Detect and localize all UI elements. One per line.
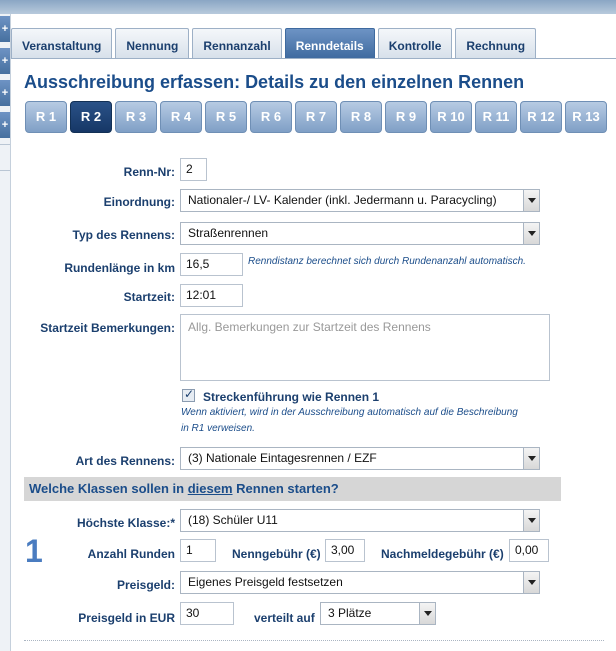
race-tab-r2[interactable]: R 2: [70, 101, 112, 133]
strecke-label: Streckenführung wie Rennen 1: [203, 390, 380, 404]
renn-nr-input[interactable]: 2: [180, 158, 207, 181]
renn-nr-label: Renn-Nr:: [123, 165, 175, 179]
race-tab-r9[interactable]: R 9: [385, 101, 427, 133]
rundenlaenge-input[interactable]: 16,5: [180, 253, 243, 276]
runden-label: Anzahl Runden: [87, 547, 175, 561]
verteilt-select[interactable]: 3 Plätze: [320, 602, 436, 625]
race-tab-r11[interactable]: R 11: [475, 101, 517, 133]
rundenlaenge-hint: Renndistanz berechnet sich durch Rundena…: [248, 256, 526, 267]
section-header: Welche Klassen sollen in diesem Rennen s…: [24, 477, 561, 501]
expand-plus-icon[interactable]: +: [0, 48, 10, 74]
typ-select[interactable]: Straßenrennen: [180, 222, 540, 245]
hoechste-klasse-value: (18) Schüler U11: [188, 513, 278, 527]
expand-plus-icon[interactable]: +: [0, 16, 10, 42]
einordnung-label: Einordnung:: [103, 195, 175, 209]
bemerkung-textarea[interactable]: Allg. Bemerkungen zur Startzeit des Renn…: [180, 314, 550, 381]
race-tab-r4[interactable]: R 4: [160, 101, 202, 133]
tab-nennung[interactable]: Nennung: [115, 28, 190, 59]
race-tab-r6[interactable]: R 6: [250, 101, 292, 133]
nenngebuehr-label: Nenngebühr (€): [232, 547, 321, 561]
strecke-checkbox[interactable]: [182, 387, 195, 402]
rail-divider: [0, 170, 10, 171]
race-tab-r13[interactable]: R 13: [565, 101, 607, 133]
chevron-down-icon[interactable]: [523, 223, 539, 244]
verteilt-label: verteilt auf: [254, 611, 315, 625]
tab-kontrolle[interactable]: Kontrolle: [377, 28, 453, 59]
preisgeld-label: Preisgeld:: [116, 578, 175, 592]
einordnung-value: Nationaler-/ LV- Kalender (inkl. Jederma…: [188, 193, 497, 207]
art-select[interactable]: (3) Nationale Eintagesrennen / EZF: [180, 447, 540, 470]
expand-plus-icon[interactable]: +: [0, 112, 10, 138]
section-emph: diesem: [187, 481, 233, 496]
race-tab-r12[interactable]: R 12: [520, 101, 562, 133]
chevron-down-icon[interactable]: [419, 603, 435, 624]
art-value: (3) Nationale Eintagesrennen / EZF: [188, 451, 377, 465]
typ-label: Typ des Rennens:: [72, 228, 175, 242]
class-number: 1: [25, 533, 43, 569]
tab-baseline: [11, 58, 616, 59]
einordnung-select[interactable]: Nationaler-/ LV- Kalender (inkl. Jederma…: [180, 189, 540, 212]
main-tabs: Veranstaltung Nennung Rennanzahl Renndet…: [11, 28, 539, 59]
race-tab-r5[interactable]: R 5: [205, 101, 247, 133]
top-bar: [0, 0, 616, 14]
race-tabs: R 1 R 2 R 3 R 4 R 5 R 6 R 7 R 8 R 9 R 10…: [25, 101, 610, 133]
tab-rechnung[interactable]: Rechnung: [455, 28, 537, 59]
race-tab-r10[interactable]: R 10: [430, 101, 472, 133]
divider: [24, 640, 604, 641]
verteilt-value: 3 Plätze: [328, 606, 372, 620]
rail-divider: [0, 144, 10, 145]
art-label: Art des Rennens:: [75, 454, 175, 468]
chevron-down-icon[interactable]: [523, 448, 539, 469]
runden-input[interactable]: 1: [180, 539, 216, 562]
preisgeld-eur-label: Preisgeld in EUR: [78, 611, 175, 625]
rundenlaenge-label: Rundenlänge in km: [64, 261, 175, 275]
tab-veranstaltung[interactable]: Veranstaltung: [11, 28, 113, 59]
nenngebuehr-input[interactable]: 3,00: [325, 539, 365, 562]
startzeit-input[interactable]: 12:01: [180, 284, 243, 307]
expand-plus-icon[interactable]: +: [0, 80, 10, 106]
page-title: Ausschreibung erfassen: Details zu den e…: [24, 72, 525, 92]
race-tab-r8[interactable]: R 8: [340, 101, 382, 133]
typ-value: Straßenrennen: [188, 226, 269, 240]
chevron-down-icon[interactable]: [523, 572, 539, 593]
left-rail: + + + +: [0, 14, 11, 651]
preisgeld-value: Eigenes Preisgeld festsetzen: [188, 575, 343, 589]
startzeit-label: Startzeit:: [123, 290, 175, 304]
hoechste-klasse-label: Höchste Klasse:*: [76, 516, 175, 530]
tab-renndetails[interactable]: Renndetails: [284, 28, 375, 59]
preisgeld-select[interactable]: Eigenes Preisgeld festsetzen: [180, 571, 540, 594]
bemerkung-label: Startzeit Bemerkungen:: [40, 321, 175, 335]
tab-rennanzahl[interactable]: Rennanzahl: [192, 28, 282, 59]
race-tab-r1[interactable]: R 1: [25, 101, 67, 133]
race-tab-r7[interactable]: R 7: [295, 101, 337, 133]
section-suffix: Rennen starten?: [232, 481, 339, 496]
nachmelde-input[interactable]: 0,00: [509, 539, 549, 562]
hoechste-klasse-select[interactable]: (18) Schüler U11: [180, 509, 540, 532]
preisgeld-eur-input[interactable]: 30: [180, 602, 234, 625]
section-prefix: Welche Klassen sollen in: [29, 481, 188, 496]
chevron-down-icon[interactable]: [523, 510, 539, 531]
race-tab-r3[interactable]: R 3: [115, 101, 157, 133]
nachmelde-label: Nachmeldegebühr (€): [381, 547, 504, 561]
chevron-down-icon[interactable]: [523, 190, 539, 211]
strecke-hint-2: in R1 verweisen.: [181, 423, 255, 434]
strecke-hint-1: Wenn aktiviert, wird in der Ausschreibun…: [181, 407, 518, 418]
